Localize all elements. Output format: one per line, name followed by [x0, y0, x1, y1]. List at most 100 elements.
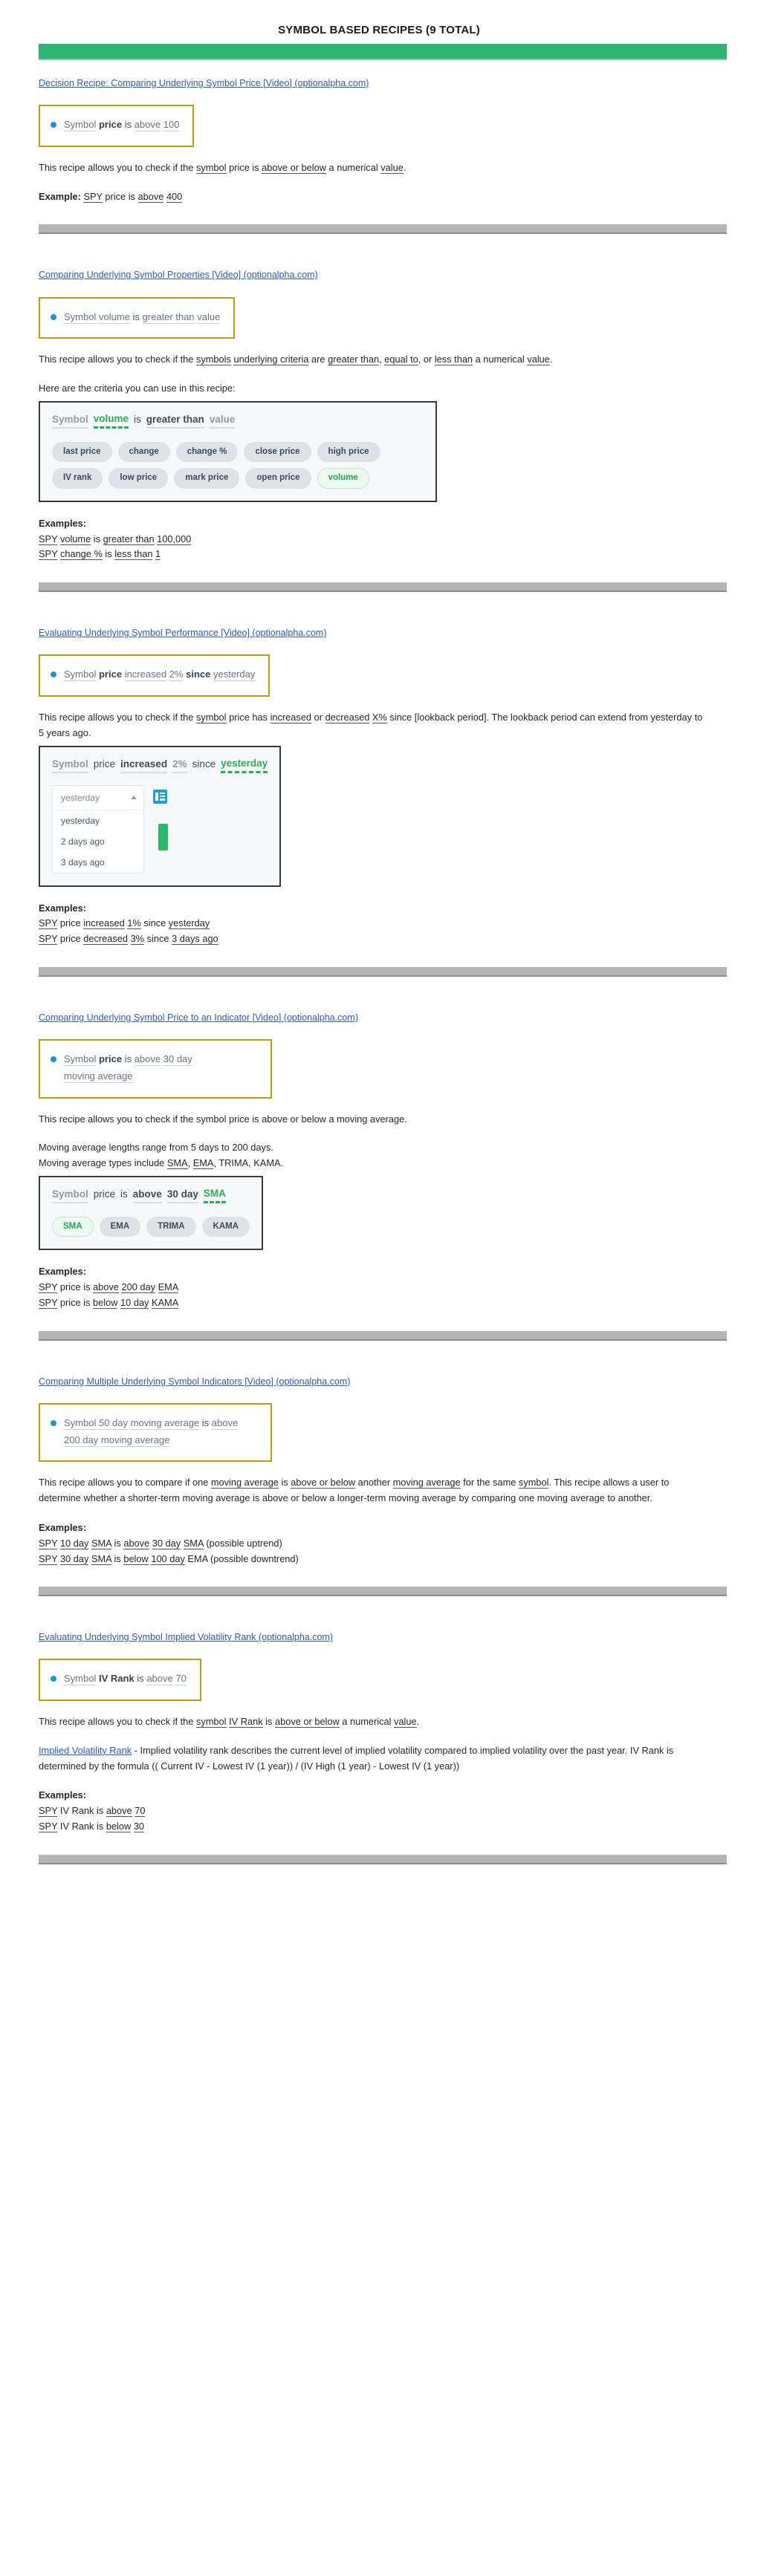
recipe-token-moving-average[interactable]: moving average: [64, 1070, 133, 1083]
section-link-comparing-underlying-symbol-price-to-indicator[interactable]: Comparing Underlying Symbol Price to an …: [39, 1011, 358, 1024]
section-link-comparing-multiple-underlying-symbol-indicators[interactable]: Comparing Multiple Underlying Symbol Ind…: [39, 1375, 350, 1388]
sentence-token-sma[interactable]: SMA: [203, 1188, 226, 1203]
desc-text: This recipe allows you to check if the: [39, 161, 196, 173]
example-term: above: [106, 1805, 132, 1818]
section-link-evaluating-underlying-symbol-implied-volatility-rank[interactable]: Evaluating Underlying Symbol Implied Vol…: [39, 1630, 333, 1644]
desc-term: greater than: [328, 354, 380, 366]
recipe-token-2-[interactable]: 2%: [169, 669, 184, 682]
lookback-dropdown[interactable]: yesterday yesterday 2 days ago 3 days ago: [52, 784, 144, 874]
desc-term: moving average: [392, 1477, 461, 1489]
recipe-token-symbol[interactable]: Symbol: [64, 669, 97, 682]
chip-high-price[interactable]: high price: [317, 441, 380, 463]
chip-sma[interactable]: SMA: [52, 1216, 94, 1237]
dropdown-option-2-days-ago[interactable]: 2 days ago: [53, 831, 143, 852]
recipe-token-above[interactable]: above: [211, 1417, 239, 1430]
recipe-token-70[interactable]: 70: [175, 1673, 187, 1686]
recipe-token-symbol[interactable]: Symbol: [64, 1673, 97, 1686]
desc-term: above or below: [274, 1716, 340, 1728]
recipe-card: Symbol IV Rank is above 70: [39, 1659, 201, 1702]
section-link-comparing-underlying-symbol-price[interactable]: Decision Recipe: Comparing Underlying Sy…: [39, 77, 369, 90]
desc-text: is: [262, 1716, 275, 1728]
examples-block: Examples: SPY volume is greater than 100,…: [39, 515, 719, 562]
desc-text: .: [549, 354, 553, 365]
sentence-token-symbol[interactable]: Symbol: [52, 758, 88, 773]
chip-change[interactable]: change: [117, 441, 170, 463]
recipe-token-volume[interactable]: volume: [98, 310, 130, 324]
recipe-token-moving-average[interactable]: moving average: [100, 1434, 170, 1447]
desc-term: above or below: [262, 161, 326, 174]
chip-last-price[interactable]: last price: [52, 441, 112, 463]
chip-mark-price[interactable]: mark price: [174, 468, 240, 489]
recipe-token-30-day[interactable]: 30 day: [163, 1053, 192, 1067]
sentence-token-above[interactable]: above: [132, 1188, 162, 1203]
document-page: SYMBOL BASED RECIPES (9 TOTAL) Decision …: [0, 0, 758, 1882]
section-divider: [0, 1310, 758, 1359]
chip-close-price[interactable]: close price: [244, 441, 311, 463]
chip-change-[interactable]: change %: [175, 441, 239, 463]
example-text: price is: [102, 190, 138, 202]
chip-trima[interactable]: TRIMA: [146, 1216, 196, 1237]
recipe-token-above[interactable]: above: [134, 1053, 161, 1067]
recipe-token-100[interactable]: 100: [163, 119, 180, 132]
chip-low-price[interactable]: low price: [108, 468, 169, 489]
section-link-evaluating-underlying-symbol-performance[interactable]: Evaluating Underlying Symbol Performance…: [39, 626, 326, 640]
desc-text: another: [355, 1477, 393, 1489]
sentence-token-2-[interactable]: 2%: [172, 758, 187, 773]
recipe-token-symbol[interactable]: Symbol: [64, 310, 97, 324]
recipe-token-yesterday[interactable]: yesterday: [213, 669, 256, 682]
recipe-token-greater-than[interactable]: greater than: [142, 310, 195, 324]
dropdown-option-3-days-ago[interactable]: 3 days ago: [53, 852, 143, 873]
recipe-token-is: is: [124, 119, 132, 131]
desc-term: value: [527, 354, 550, 366]
section-link-comparing-underlying-symbol-properties[interactable]: Comparing Underlying Symbol Properties […: [39, 268, 318, 282]
sentence-token-yesterday[interactable]: yesterday: [221, 758, 268, 773]
sentence-token-since: since: [192, 758, 216, 770]
example-line: SPY IV Rank is above 70: [39, 1803, 719, 1818]
screenshot-sentence: Symbol price increased 2% since yesterday: [52, 758, 268, 773]
glossary-term-link[interactable]: Implied Volatility Rank: [39, 1745, 132, 1756]
sentence-token-30-day[interactable]: 30 day: [166, 1188, 198, 1203]
recipe-token-symbol[interactable]: Symbol: [64, 119, 97, 132]
chip-ema[interactable]: EMA: [99, 1216, 141, 1237]
recipe-token-above[interactable]: above: [146, 1673, 173, 1686]
sentence-token-value[interactable]: value: [209, 414, 236, 429]
recipe-token-increased[interactable]: increased: [124, 669, 167, 682]
desc-text: for the same: [460, 1477, 519, 1489]
sentence-token-symbol[interactable]: Symbol: [52, 1188, 88, 1203]
sentence-token-greater-than[interactable]: greater than: [146, 414, 204, 429]
chip-iv-rank[interactable]: IV rank: [52, 468, 103, 489]
list-icon[interactable]: [153, 789, 167, 804]
glossary-body: - Implied volatility rank describes the …: [39, 1744, 674, 1772]
example-term: SPY: [39, 933, 58, 946]
desc-term: symbols: [195, 354, 231, 366]
section-comparing-underlying-symbol-properties: Comparing Underlying Symbol Properties […: [0, 252, 758, 562]
recipe-token-moving-average[interactable]: moving average: [130, 1417, 200, 1430]
recipe-token-symbol[interactable]: Symbol: [64, 1417, 97, 1430]
example-term: 1%: [127, 917, 141, 930]
example-term: below: [106, 1821, 132, 1833]
example-term: 400: [166, 190, 183, 203]
chip-open-price[interactable]: open price: [245, 468, 311, 489]
example-label: Example:: [39, 190, 81, 202]
chip-volume[interactable]: volume: [317, 468, 369, 489]
recipe-token-50-day[interactable]: 50 day: [98, 1417, 129, 1430]
section-description: This recipe allows you to check if the s…: [39, 1112, 707, 1128]
recipe-token-symbol[interactable]: Symbol: [64, 1053, 97, 1067]
desc-text: , or: [418, 354, 435, 365]
sentence-token-symbol[interactable]: Symbol: [52, 414, 88, 429]
desc-text: price has: [226, 712, 271, 723]
desc-text: This recipe allows you to check if the: [39, 1716, 196, 1728]
chevron-up-icon[interactable]: [131, 796, 137, 800]
example-term: SPY: [39, 1537, 58, 1549]
sentence-token-volume[interactable]: volume: [93, 413, 129, 429]
recipe-token-is: is: [124, 1053, 132, 1065]
recipe-token-above[interactable]: above: [134, 119, 161, 132]
sentence-token-increased[interactable]: increased: [120, 758, 168, 773]
recipe-token-200-day[interactable]: 200 day: [64, 1434, 99, 1447]
section-evaluating-underlying-symbol-implied-volatility-rank: Evaluating Underlying Symbol Implied Vol…: [0, 1614, 758, 1834]
dropdown-option-yesterday[interactable]: yesterday: [53, 810, 143, 831]
section-divider: [0, 562, 758, 610]
recipe-token-value[interactable]: value: [197, 310, 221, 324]
dropdown-header[interactable]: yesterday: [53, 786, 143, 810]
chip-kama[interactable]: KAMA: [201, 1216, 250, 1237]
